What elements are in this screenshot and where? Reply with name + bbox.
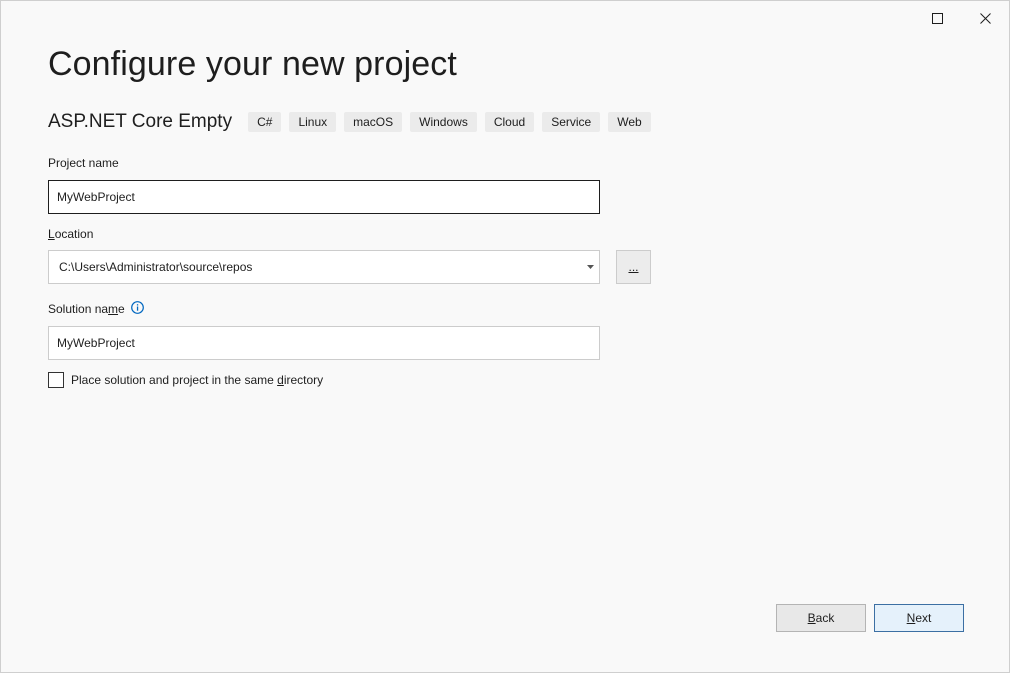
maximize-button[interactable]: [913, 1, 961, 35]
location-combobox[interactable]: C:\Users\Administrator\source\repos: [48, 250, 600, 284]
close-button[interactable]: [961, 1, 1009, 35]
same-directory-label: Place solution and project in the same d…: [71, 373, 323, 387]
solution-name-label-suffix: e: [118, 302, 125, 316]
same-directory-label-mnemonic: d: [277, 373, 284, 387]
tag-cloud: Cloud: [484, 112, 535, 132]
same-directory-label-prefix: Place solution and project in the same: [71, 373, 278, 387]
tag-macos: macOS: [344, 112, 403, 132]
maximize-icon: [931, 12, 943, 24]
location-label-text: ocation: [54, 227, 94, 241]
solution-name-label: Solution name: [48, 300, 144, 317]
template-info: ASP.NET Core Empty C# Linux macOS Window…: [48, 111, 659, 133]
location-label: Location: [48, 227, 93, 241]
next-button[interactable]: Next: [874, 604, 964, 632]
next-button-mnemonic: N: [906, 611, 916, 625]
solution-name-input[interactable]: [48, 326, 600, 360]
location-value: C:\Users\Administrator\source\repos: [59, 260, 253, 274]
template-name: ASP.NET Core Empty: [48, 111, 233, 132]
back-button-mnemonic: B: [807, 611, 816, 625]
configure-project-dialog: Configure your new project ASP.NET Core …: [0, 0, 1010, 673]
tag-linux: Linux: [289, 112, 337, 132]
dropdown-arrow-icon[interactable]: [583, 265, 597, 269]
window-controls: [913, 1, 1009, 35]
close-icon: [979, 12, 991, 24]
tag-windows: Windows: [410, 112, 477, 132]
info-icon[interactable]: [130, 300, 144, 317]
back-button-text: ack: [815, 611, 835, 625]
same-directory-option[interactable]: Place solution and project in the same d…: [48, 372, 323, 388]
solution-name-label-mnemonic: m: [108, 302, 119, 316]
project-name-input[interactable]: [48, 180, 600, 214]
page-title: Configure your new project: [48, 45, 457, 83]
solution-name-label-prefix: Solution na: [48, 302, 109, 316]
project-name-label: Project name: [48, 156, 119, 170]
same-directory-checkbox[interactable]: [48, 372, 64, 388]
browse-button[interactable]: ...: [616, 250, 651, 284]
same-directory-label-suffix: irectory: [283, 373, 324, 387]
browse-button-label: ...: [628, 260, 639, 274]
template-tags: C# Linux macOS Windows Cloud Service Web: [248, 112, 659, 132]
tag-csharp: C#: [248, 112, 282, 132]
tag-web: Web: [608, 112, 651, 132]
location-label-mnemonic: L: [48, 227, 55, 241]
back-button[interactable]: Back: [776, 604, 866, 632]
tag-service: Service: [542, 112, 601, 132]
next-button-text: ext: [915, 611, 932, 625]
